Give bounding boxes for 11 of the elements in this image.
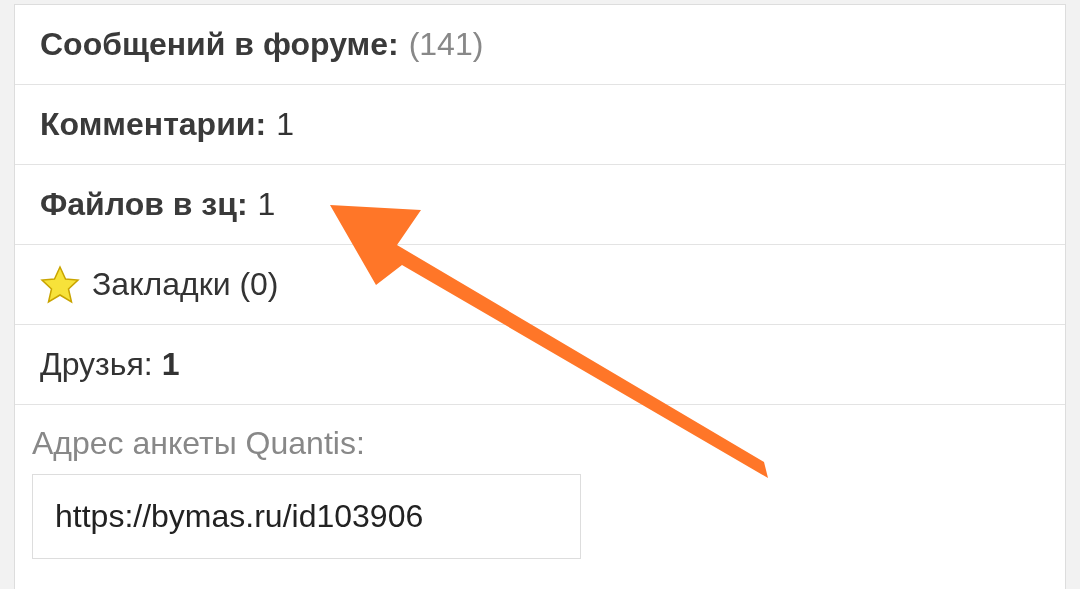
stat-label: Сообщений в форуме: bbox=[40, 26, 399, 63]
address-field[interactable]: https://bymas.ru/id103906 bbox=[32, 474, 581, 559]
stat-value: (141) bbox=[408, 26, 484, 63]
friends-link[interactable]: Друзья: 1 bbox=[40, 346, 180, 383]
stat-value: 1 bbox=[257, 186, 276, 223]
bookmarks-link[interactable]: Закладки (0) bbox=[40, 264, 279, 305]
stat-label: Комментарии: bbox=[40, 106, 267, 143]
address-label: Адрес анкеты Quantis: bbox=[32, 425, 366, 462]
stat-value: 1 bbox=[276, 106, 294, 143]
star-icon bbox=[40, 264, 80, 305]
stat-label: Файлов в зц: bbox=[40, 186, 248, 223]
